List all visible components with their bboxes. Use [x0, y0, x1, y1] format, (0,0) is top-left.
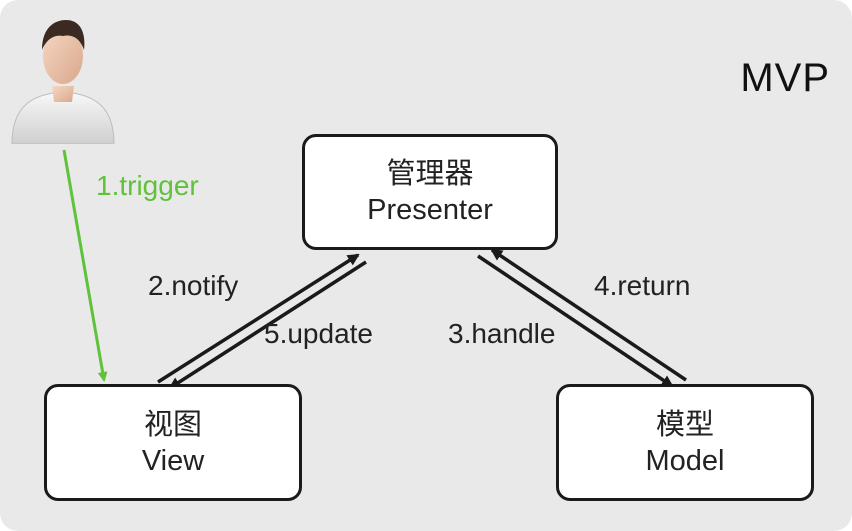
- presenter-label-en: Presenter: [367, 194, 493, 226]
- model-label-en: Model: [645, 444, 725, 477]
- trigger-label: 1.trigger: [96, 170, 199, 201]
- handle-label: 3.handle: [448, 318, 556, 349]
- model-node: 模型 Model: [556, 384, 814, 501]
- model-label-zh: 模型: [655, 408, 714, 441]
- view-node: 视图 View: [44, 384, 302, 501]
- update-label: 5.update: [264, 318, 373, 349]
- presenter-label-zh: 管理器: [386, 158, 474, 190]
- view-label-en: View: [141, 444, 205, 477]
- presenter-node: 管理器 Presenter: [302, 134, 558, 250]
- diagram-canvas: MVP 管理器 Presenter 视图 View 模型 Model 1.tri…: [0, 0, 852, 531]
- view-label-zh: 视图: [143, 408, 202, 441]
- user-avatar-icon: [11, 20, 115, 144]
- return-label: 4.return: [594, 270, 691, 301]
- notify-label: 2.notify: [148, 270, 239, 301]
